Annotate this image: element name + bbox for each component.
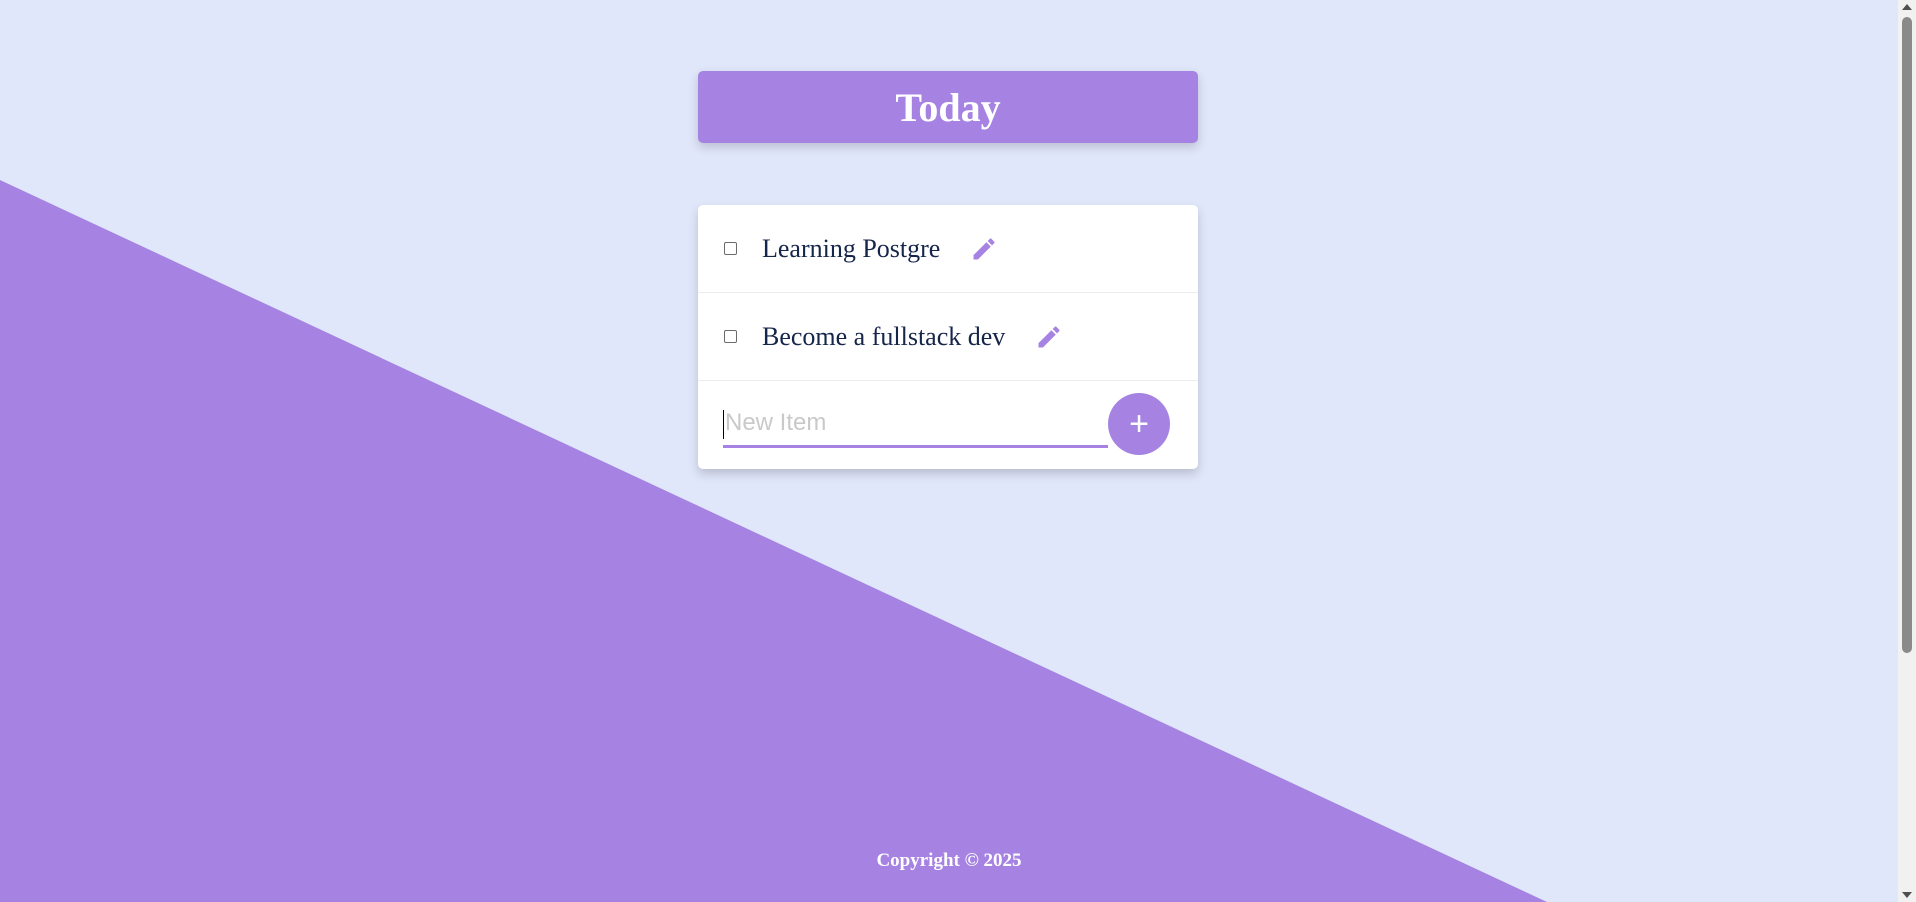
scrollbar-thumb[interactable] (1902, 17, 1912, 653)
todo-card: Learning Postgre Become a fullstack dev … (698, 205, 1198, 469)
page-title: Today (698, 71, 1198, 143)
todo-item-label: Become a fullstack dev (762, 321, 1006, 351)
add-item-button[interactable]: + (1108, 393, 1170, 455)
todo-checkbox[interactable] (724, 242, 737, 255)
scroll-up-arrow-icon[interactable] (1902, 4, 1912, 10)
todo-item-label: Learning Postgre (762, 233, 941, 263)
text-caret (723, 410, 724, 439)
page-title-text: Today (895, 84, 1001, 130)
new-item-row: + (698, 381, 1198, 469)
scroll-down-arrow-icon[interactable] (1902, 892, 1912, 898)
new-item-input[interactable] (723, 400, 1108, 448)
pencil-icon[interactable] (1035, 323, 1063, 351)
pencil-icon[interactable] (970, 235, 998, 263)
todo-checkbox[interactable] (724, 330, 737, 343)
todo-item: Learning Postgre (698, 205, 1198, 293)
todo-item: Become a fullstack dev (698, 293, 1198, 381)
footer-copyright: Copyright © 2025 (876, 850, 1022, 871)
vertical-scrollbar[interactable] (1898, 0, 1916, 902)
